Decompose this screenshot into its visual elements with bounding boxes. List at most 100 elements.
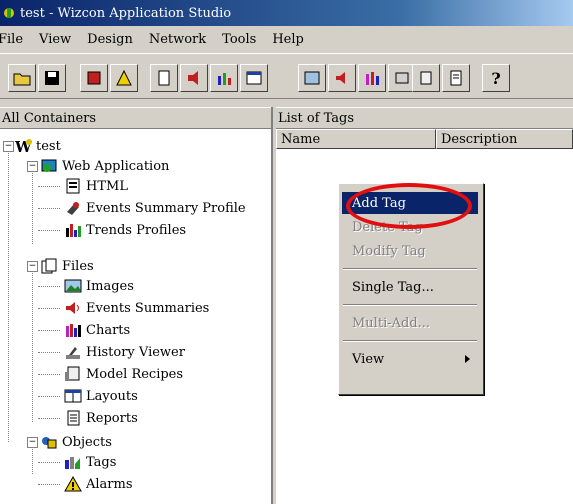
tool-button-4[interactable] [110,64,138,92]
tool-button-5[interactable] [150,64,178,92]
window-title: test - Wizcon Application Studio [20,5,232,21]
images-icon [64,278,82,294]
column-description[interactable]: Description [436,129,573,149]
warning-icon [116,70,132,86]
menu-bar: File View Design Network Tools Help [0,26,573,52]
menu-help[interactable]: Help [272,32,304,47]
tree-label: Web Application [62,158,170,174]
menu-tools[interactable]: Tools [222,32,256,47]
tree-item-trends-profiles[interactable]: Trends Profiles [64,220,186,240]
menu-design[interactable]: Design [87,32,133,47]
files-icon [40,258,58,274]
tree-item-test[interactable]: W test [14,136,61,156]
tree-item-layouts[interactable]: Layouts [64,386,138,406]
annotation-circle [346,183,472,229]
help-button[interactable]: ? [482,64,510,92]
tree-label: Alarms [86,476,133,492]
charts-icon [64,322,82,338]
tree-item-objects[interactable]: Objects [40,432,112,452]
events-profile-icon [64,200,82,216]
tool-button-9[interactable] [298,64,326,92]
open-folder-icon [13,73,31,86]
tree-item-model-recipes[interactable]: Model Recipes [64,364,183,384]
tool-icon [87,71,101,85]
alarm-warning-icon [64,475,82,492]
tree-label: Tags [86,454,117,470]
tree-label: Events Summaries [86,300,210,316]
tags-icon [64,454,82,470]
tool-button-8[interactable] [240,64,268,92]
containers-pane: All Containers − − − − W test Web Applic… [0,107,273,504]
tree-item-history-viewer[interactable]: History Viewer [64,342,185,362]
speaker-icon [64,300,82,316]
tree-label: Charts [86,322,131,338]
tool-button-14[interactable] [442,64,470,92]
wizcon-logo-icon: W [14,138,33,156]
tree-label: test [36,138,61,154]
help-icon: ? [491,68,501,88]
tree-item-reports[interactable]: Reports [64,408,138,428]
tool-button-3[interactable] [80,64,108,92]
report-icon [450,70,462,86]
tool-button-7[interactable] [210,64,238,92]
tree-label: Model Recipes [86,366,184,382]
menu-item-single-tag[interactable]: Single Tag... [342,276,478,298]
column-name[interactable]: Name [276,129,436,149]
collapse-toggle-web[interactable]: − [27,161,38,172]
history-viewer-icon [64,344,82,360]
toolbar: ? [0,53,573,99]
image-icon [304,71,320,85]
menu-item-multi-add: Multi-Add... [352,315,431,331]
tool-button-11[interactable] [358,64,386,92]
tree-item-web-application[interactable]: Web Application [40,156,169,176]
tree-item-tags[interactable]: Tags [64,452,116,472]
tree-label: Events Summary Profile [86,200,246,216]
tree-label: HTML [86,178,128,194]
collapse-toggle-files[interactable]: − [27,261,38,272]
menu-network[interactable]: Network [149,32,206,47]
web-app-icon [40,158,58,174]
tags-list-header: List of Tags [276,107,573,129]
trends-icon [64,222,82,238]
collapse-toggle-test[interactable]: − [3,141,14,152]
tree-label: History Viewer [86,344,185,360]
tree-item-charts[interactable]: Charts [64,320,130,340]
objects-icon [40,434,58,450]
menu-file[interactable]: File [0,32,23,47]
menu-separator [343,268,477,270]
tool-button-6[interactable] [180,64,208,92]
app-icon [4,8,14,18]
tree-label: Reports [86,410,138,426]
menu-separator [343,340,477,342]
menu-separator [343,304,477,306]
save-button[interactable] [38,64,66,92]
collapse-toggle-objects[interactable]: − [27,437,38,448]
viewer-icon [395,72,409,84]
tree-label: Layouts [86,388,138,404]
tree-item-events-summary-profile[interactable]: Events Summary Profile [64,198,246,218]
tree-item-images[interactable]: Images [64,276,134,296]
document-icon [158,70,170,86]
tree-item-files[interactable]: Files [40,256,94,276]
reports-icon [64,410,82,426]
column-headers: Name Description [276,129,573,149]
open-button[interactable] [8,64,36,92]
tree-item-events-summaries[interactable]: Events Summaries [64,298,209,318]
menu-item-view-label: View [352,351,385,367]
menu-item-view[interactable]: View [342,348,478,370]
html-doc-icon [64,178,82,194]
menu-item-modify-tag: Modify Tag [352,243,426,259]
speaker-icon [336,72,345,84]
recipe-icon [420,71,432,85]
layouts-icon [64,388,82,404]
containers-header: All Containers [0,107,271,129]
tree-label: Trends Profiles [86,222,187,238]
tool-button-13[interactable] [412,64,440,92]
tree-label: Objects [62,434,112,450]
tree-item-alarms[interactable]: Alarms [64,474,133,494]
sound-icon [188,71,198,85]
tool-button-10[interactable] [328,64,356,92]
menu-view[interactable]: View [39,32,71,47]
tree-item-html[interactable]: HTML [64,176,128,196]
bars-icon [366,72,379,85]
